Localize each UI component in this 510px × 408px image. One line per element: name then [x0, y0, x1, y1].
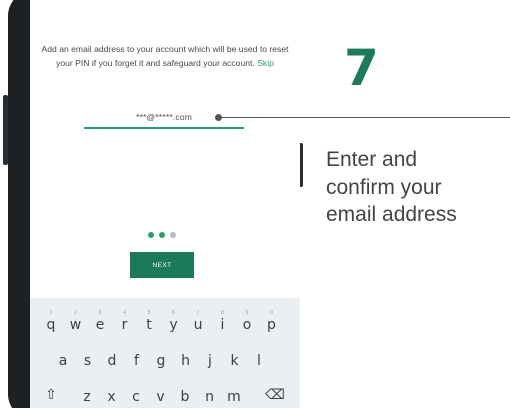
key-label: k	[230, 353, 239, 369]
on-screen-keyboard: 1 q 2 w 3 e 4 r 5 t 6 y 7 u 8 i 9 o 0 p a s d f g h j k l ⇧ z x c v b n m ⌫	[30, 298, 300, 408]
key-y[interactable]: 6y	[163, 306, 185, 336]
key-h[interactable]: h	[175, 342, 197, 372]
phone-device: Add an email address to your account whi…	[8, 0, 308, 408]
info-message: Add an email address to your account whi…	[36, 42, 294, 70]
key-label: i	[220, 317, 225, 333]
info-message-text: Add an email address to your account whi…	[41, 44, 289, 68]
key-t[interactable]: 5t	[138, 306, 160, 336]
backspace-icon: ⌫	[265, 387, 285, 403]
key-label: t	[146, 317, 152, 333]
key-r[interactable]: 4r	[114, 306, 136, 336]
key-j[interactable]: j	[199, 342, 221, 372]
key-w[interactable]: 2w	[65, 306, 87, 336]
key-hint: 6	[172, 310, 175, 316]
key-hint: 2	[74, 310, 77, 316]
page-dot	[159, 232, 165, 238]
key-label: u	[193, 317, 203, 333]
backspace-key[interactable]: ⌫	[264, 378, 286, 408]
key-label: y	[169, 317, 178, 333]
key-v[interactable]: v	[150, 378, 172, 408]
key-label: x	[107, 389, 116, 405]
key-u[interactable]: 7u	[187, 306, 209, 336]
key-s[interactable]: s	[77, 342, 99, 372]
email-input-underline	[84, 127, 244, 129]
key-g[interactable]: g	[150, 342, 172, 372]
key-hint: 8	[221, 310, 224, 316]
step-caption: Enter and confirm your email address	[326, 146, 510, 229]
key-label: a	[58, 353, 68, 369]
shift-key[interactable]: ⇧	[40, 378, 62, 408]
key-hint: 0	[270, 310, 273, 316]
key-label: p	[267, 317, 276, 333]
key-label: z	[83, 389, 91, 405]
key-hint: 7	[196, 310, 200, 316]
key-n[interactable]: n	[199, 378, 221, 408]
key-k[interactable]: k	[224, 342, 246, 372]
key-label: s	[83, 353, 92, 369]
key-f[interactable]: f	[126, 342, 148, 372]
key-d[interactable]: d	[101, 342, 123, 372]
key-q[interactable]: 1q	[40, 306, 62, 336]
key-label: m	[227, 389, 241, 405]
skip-link[interactable]: Skip	[257, 58, 274, 68]
key-hint: 1	[49, 310, 53, 316]
key-label: v	[156, 389, 165, 405]
next-button[interactable]: NEXT	[130, 252, 194, 278]
page-indicator	[148, 232, 188, 240]
key-hint: 4	[123, 310, 126, 316]
key-label: d	[107, 353, 117, 369]
page-dot	[170, 232, 176, 238]
callout-dot	[215, 114, 222, 121]
key-label: f	[134, 353, 139, 369]
phone-screen: Add an email address to your account whi…	[30, 0, 300, 408]
key-label: w	[69, 317, 82, 333]
shift-icon: ⇧	[45, 387, 57, 403]
key-hint: 5	[147, 310, 151, 316]
key-m[interactable]: m	[223, 378, 245, 408]
callout-line	[219, 117, 510, 118]
key-x[interactable]: x	[101, 378, 123, 408]
key-hint: 3	[98, 310, 102, 316]
key-i[interactable]: 8i	[212, 306, 234, 336]
key-c[interactable]: c	[125, 378, 147, 408]
key-z[interactable]: z	[76, 378, 98, 408]
key-label: j	[208, 353, 212, 369]
key-b[interactable]: b	[174, 378, 196, 408]
key-label: c	[132, 389, 140, 405]
key-e[interactable]: 3e	[89, 306, 111, 336]
key-label: n	[205, 389, 214, 405]
key-label: g	[156, 353, 166, 369]
step-number: 7	[344, 39, 379, 97]
key-label: l	[257, 353, 261, 369]
caption-line: confirm your	[326, 175, 442, 199]
caption-line: Enter and	[326, 148, 418, 171]
caption-line: email address	[326, 203, 457, 226]
key-label: e	[95, 317, 105, 333]
key-p[interactable]: 0p	[261, 306, 283, 336]
page-dot	[148, 232, 154, 238]
key-l[interactable]: l	[248, 342, 270, 372]
key-label: r	[121, 317, 128, 333]
key-label: b	[180, 389, 190, 405]
key-label: h	[181, 353, 190, 369]
key-hint: 9	[245, 310, 249, 316]
key-label: q	[46, 317, 56, 333]
key-a[interactable]: a	[52, 342, 74, 372]
key-label: o	[242, 317, 252, 333]
tutorial-step-panel: Add an email address to your account whi…	[0, 0, 510, 408]
key-o[interactable]: 9o	[236, 306, 258, 336]
